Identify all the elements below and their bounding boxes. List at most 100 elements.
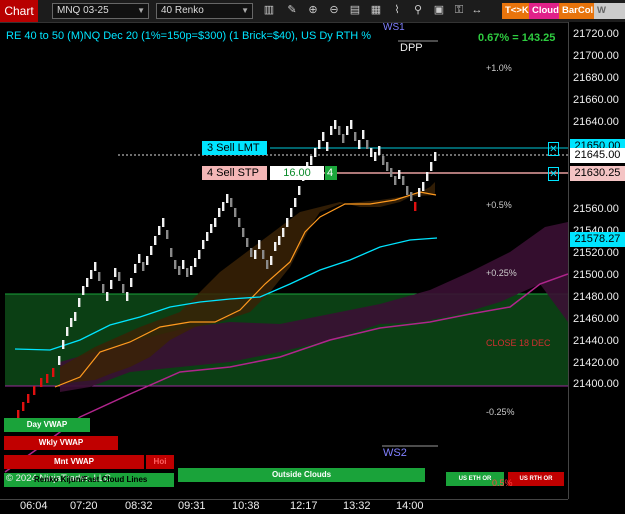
renko-brick xyxy=(342,134,345,143)
day-vwap-label: Day VWAP xyxy=(4,418,90,432)
indicators-icon[interactable]: ⌇ xyxy=(390,3,404,19)
time-tick-label: 10:38 xyxy=(232,500,260,512)
bar-type-value: 40 Renko xyxy=(161,5,204,16)
time-tick-label: 13:32 xyxy=(343,500,371,512)
chart-title[interactable]: Chart xyxy=(0,0,38,22)
renko-brick xyxy=(90,270,93,279)
time-tick-label: 08:32 xyxy=(125,500,153,512)
renko-brick xyxy=(242,228,245,237)
barcol-toggle-button[interactable]: BarCol xyxy=(559,3,597,19)
renko-brick xyxy=(366,140,369,149)
properties-icon[interactable]: ▤ xyxy=(348,3,362,19)
price-tick-label: 21680.00 xyxy=(573,71,619,84)
renko-brick xyxy=(218,208,221,217)
renko-brick xyxy=(350,120,353,129)
cancel-stp-icon[interactable]: ✕ xyxy=(548,167,559,181)
plus025-label: +0.25% xyxy=(486,268,517,278)
ws1-label: WS1 xyxy=(383,22,405,33)
renko-brick xyxy=(310,156,313,165)
renko-brick xyxy=(186,268,189,277)
renko-brick xyxy=(434,152,437,161)
renko-brick xyxy=(298,186,301,195)
price-tick-label: 21720.00 xyxy=(573,28,619,40)
renko-brick xyxy=(326,142,329,151)
price-tick-label: 21480.00 xyxy=(573,290,619,303)
wvwap-toggle-button[interactable]: W VWA xyxy=(594,3,625,32)
renko-brick xyxy=(282,228,285,237)
renko-brick xyxy=(46,374,49,383)
pencil-icon[interactable]: ✎ xyxy=(285,3,299,19)
dpp-label: DPP xyxy=(400,42,423,54)
stop-price-tag: 21630.25 xyxy=(570,166,625,181)
order-qty-box[interactable]: 4 xyxy=(325,166,337,180)
renko-brick xyxy=(206,232,209,241)
cancel-lmt-icon[interactable]: ✕ xyxy=(548,142,559,156)
renko-brick xyxy=(386,162,389,171)
sell-lmt-order[interactable]: 3 Sell LMT xyxy=(202,141,267,155)
renko-brick xyxy=(238,218,241,227)
renko-brick xyxy=(274,242,277,251)
ws2-label: WS2 xyxy=(383,447,407,459)
renko-brick xyxy=(66,327,69,336)
renko-brick xyxy=(294,198,297,207)
last-price-tag: 21645.00 xyxy=(570,148,625,163)
renko-brick xyxy=(378,146,381,155)
strategies-icon[interactable]: ⚲ xyxy=(411,3,425,19)
renko-brick xyxy=(266,260,269,269)
order-price-box[interactable]: 16.00 xyxy=(270,166,324,180)
renko-brick xyxy=(422,182,425,191)
cyan-price-tag: 21578.27 xyxy=(570,232,625,247)
price-tick-label: 21440.00 xyxy=(573,334,619,347)
snapshot-icon[interactable]: ▣ xyxy=(432,3,446,19)
renko-brick xyxy=(358,140,361,149)
renko-brick xyxy=(338,126,341,135)
renko-brick xyxy=(202,240,205,249)
lock-icon[interactable]: ⚿ xyxy=(452,3,466,19)
sell-stp-order[interactable]: 4 Sell STP xyxy=(202,166,267,180)
arrows-icon[interactable]: ↔ xyxy=(470,3,484,19)
renko-brick xyxy=(258,240,261,249)
renko-brick xyxy=(430,162,433,171)
price-tick-label: 21420.00 xyxy=(573,356,619,369)
renko-brick xyxy=(426,172,429,181)
renko-brick xyxy=(210,224,213,233)
chart-panel[interactable]: RE 40 to 50 (M)NQ Dec 20 (1%=150p=$300) … xyxy=(0,22,568,499)
renko-brick xyxy=(62,340,65,349)
tk-toggle-button[interactable]: T<>K xyxy=(502,3,532,19)
renko-brick xyxy=(334,120,337,129)
templates-icon[interactable]: ▦ xyxy=(369,3,383,19)
bar-type-selector[interactable]: 40 Renko ▼ xyxy=(156,3,253,19)
renko-brick xyxy=(174,260,177,269)
renko-brick xyxy=(182,260,185,269)
renko-brick xyxy=(130,278,133,287)
renko-brick xyxy=(370,148,373,157)
zoom-out-icon[interactable]: ⊖ xyxy=(327,3,341,19)
renko-brick xyxy=(114,268,117,277)
cloud-toggle-button[interactable]: Cloud xyxy=(529,3,562,19)
price-tick-label: 21460.00 xyxy=(573,312,619,325)
renko-brick xyxy=(194,258,197,267)
renko-brick xyxy=(222,202,225,211)
renko-brick xyxy=(126,292,129,301)
renko-brick xyxy=(354,132,357,141)
renko-brick xyxy=(414,202,417,211)
renko-brick xyxy=(118,272,121,281)
zoom-in-icon[interactable]: ⊕ xyxy=(306,3,320,19)
price-axis[interactable]: 21720.00 21700.00 21680.00 21660.00 21640.00… xyxy=(568,22,625,499)
renko-brick xyxy=(198,250,201,259)
instrument-value: MNQ 03-25 xyxy=(57,5,109,16)
renko-brick xyxy=(250,248,253,257)
renko-brick xyxy=(102,284,105,293)
instrument-selector[interactable]: MNQ 03-25 ▼ xyxy=(52,3,149,19)
renko-brick xyxy=(402,176,405,185)
renko-brick xyxy=(382,156,385,165)
renko-brick xyxy=(74,312,77,321)
minus05-label: 0.5% xyxy=(492,478,513,488)
time-axis[interactable]: 06:04 07:20 08:32 09:31 10:38 12:17 13:32 14:00 xyxy=(0,499,568,514)
bars-icon[interactable]: ▥ xyxy=(262,3,276,19)
minus025-label: -0.25% xyxy=(486,407,515,417)
renko-brick xyxy=(82,286,85,295)
us-rth-or-label: US RTH OR xyxy=(508,472,564,486)
renko-brick xyxy=(262,250,265,259)
wkly-vwap-label: Wkly VWAP xyxy=(4,436,118,450)
